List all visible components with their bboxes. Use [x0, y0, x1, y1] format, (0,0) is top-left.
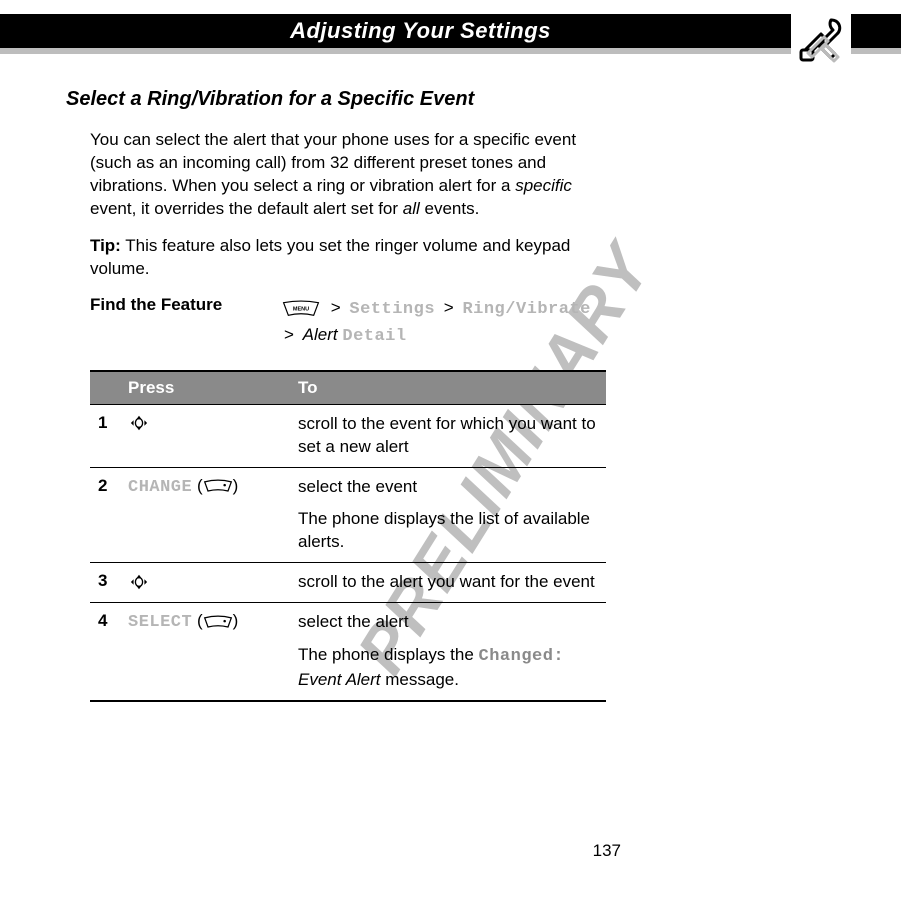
nav-4way-icon — [128, 413, 150, 432]
path-ringvibrate: Ring/Vibrate — [462, 300, 590, 319]
step-press — [124, 563, 294, 602]
step-press: SELECT () — [124, 603, 294, 700]
step-num: 3 — [90, 563, 124, 602]
find-the-feature: Find the Feature MENU > Settings > Ring/… — [90, 295, 606, 350]
step-sub: The phone displays the list of available… — [298, 508, 602, 554]
table-row: 2 CHANGE () select the event The phone d… — [90, 467, 606, 563]
find-path: MENU > Settings > Ring/Vibrate > Alert D… — [280, 295, 606, 350]
step-num: 4 — [90, 603, 124, 700]
tools-icon — [791, 10, 851, 70]
right-softkey-icon — [203, 611, 233, 630]
menu-key-icon: MENU — [282, 295, 320, 321]
steps-table: Press To 1 scroll to the event for which… — [90, 370, 606, 702]
step-to-text: select the alert — [298, 612, 409, 631]
table-row: 1 scroll to the event for which you want… — [90, 404, 606, 467]
path-detail: Detail — [342, 327, 406, 346]
intro-text-a: You can select the alert that your phone… — [90, 130, 576, 195]
sub-changed: Changed: — [479, 647, 565, 666]
tip-label: Tip: — [90, 236, 121, 255]
intro-all: all — [403, 199, 420, 218]
intro-paragraph: You can select the alert that your phone… — [90, 129, 606, 221]
header-press: Press — [124, 372, 294, 404]
gt-2: > — [444, 298, 454, 317]
step-to: select the alert The phone displays the … — [294, 603, 606, 700]
steps-header-row: Press To — [90, 372, 606, 404]
sub-b: message. — [381, 670, 459, 689]
header-underline — [0, 48, 901, 54]
sub-a: The phone displays the — [298, 645, 479, 664]
step-sub: The phone displays the Changed: Event Al… — [298, 644, 602, 692]
header-blank — [90, 372, 124, 404]
intro-text-c: events. — [420, 199, 480, 218]
step-to-text: select the event — [298, 477, 417, 496]
step-press: CHANGE () — [124, 468, 294, 563]
intro-specific: specific — [515, 176, 572, 195]
section-title: Select a Ring/Vibration for a Specific E… — [66, 88, 606, 111]
right-softkey-icon — [203, 476, 233, 495]
header-to: To — [294, 372, 606, 404]
page-header-title: Adjusting Your Settings — [290, 18, 551, 44]
sub-event-alert: Event Alert — [298, 670, 381, 689]
softkey-label: SELECT — [128, 613, 192, 632]
step-press — [124, 405, 294, 467]
nav-4way-icon — [128, 571, 150, 590]
step-to: scroll to the alert you want for the eve… — [294, 563, 606, 602]
tip-paragraph: Tip: This feature also lets you set the … — [90, 235, 606, 281]
step-to: scroll to the event for which you want t… — [294, 405, 606, 467]
path-settings: Settings — [349, 300, 435, 319]
path-alert: Alert — [303, 325, 338, 344]
page-number: 137 — [593, 841, 621, 861]
table-row: 3 scroll to the alert you want for the e… — [90, 562, 606, 602]
page-header: Adjusting Your Settings — [0, 14, 901, 48]
step-num: 1 — [90, 405, 124, 467]
find-label: Find the Feature — [90, 295, 280, 350]
tip-text: This feature also lets you set the ringe… — [90, 236, 570, 278]
softkey-label: CHANGE — [128, 478, 192, 497]
step-to: select the event The phone displays the … — [294, 468, 606, 563]
content-area: Select a Ring/Vibration for a Specific E… — [66, 88, 606, 702]
gt-1: > — [331, 298, 341, 317]
table-row: 4 SELECT () select the alert The phone d… — [90, 602, 606, 700]
intro-text-b: event, it overrides the default alert se… — [90, 199, 403, 218]
step-num: 2 — [90, 468, 124, 563]
svg-text:MENU: MENU — [293, 306, 309, 312]
gt-3: > — [284, 325, 294, 344]
